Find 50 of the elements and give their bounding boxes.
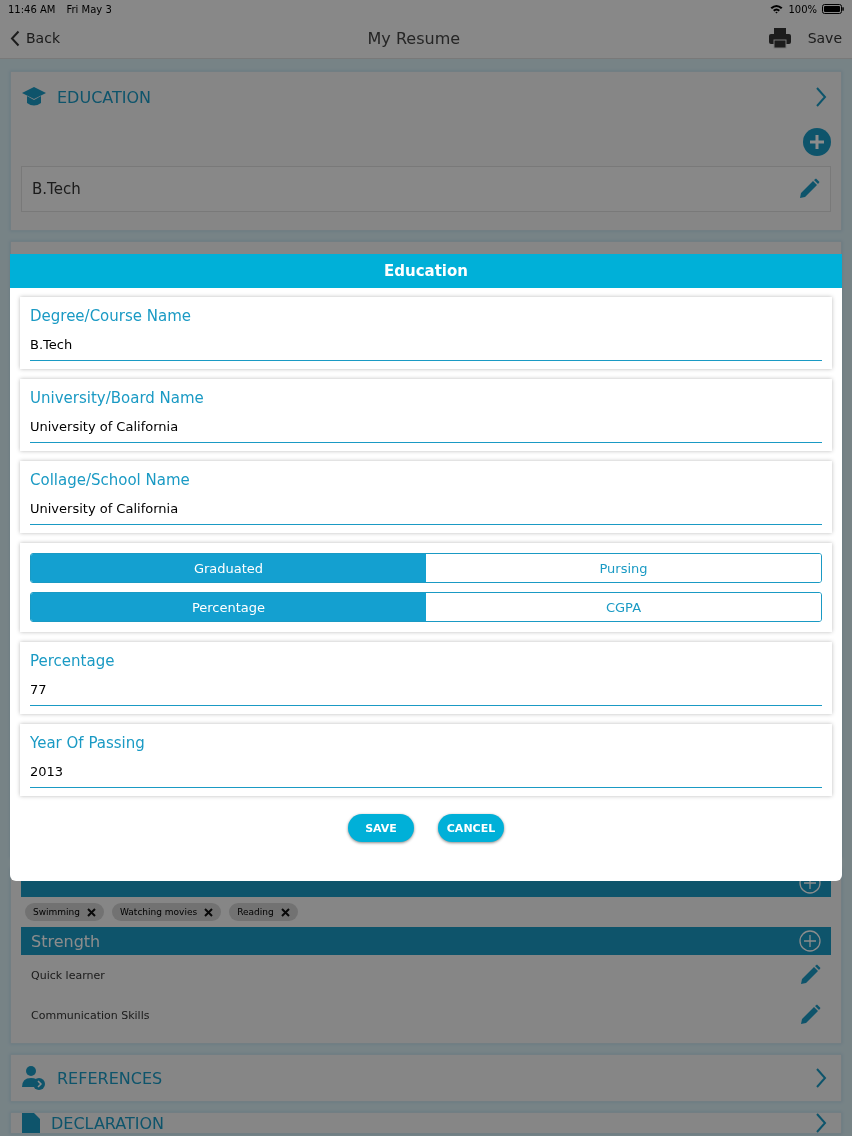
field-label: Collage/School Name — [30, 471, 191, 489]
hobby-chip[interactable]: Watching movies — [112, 903, 222, 921]
hobby-chip[interactable]: Swimming — [25, 903, 105, 921]
graduation-cap-icon — [21, 86, 47, 108]
dialog-title: Education — [10, 254, 842, 288]
battery-icon — [822, 4, 844, 14]
save-button[interactable]: Save — [807, 30, 842, 46]
declaration-card[interactable]: DECLARATION — [10, 1112, 842, 1134]
save-button[interactable]: SAVE — [348, 814, 414, 842]
strength-item: Communication Skills — [31, 1008, 150, 1022]
input-field[interactable]: B.Tech — [30, 335, 822, 361]
field-label: Percentage — [30, 652, 116, 670]
references-card[interactable]: REFERENCES — [10, 1054, 842, 1102]
nav-title: My Resume — [366, 28, 462, 48]
pencil-icon[interactable] — [798, 178, 820, 200]
status-time: 11:46 AM — [8, 3, 56, 15]
chevron-right-icon[interactable] — [815, 1113, 827, 1133]
strength-item: Quick learner — [31, 968, 105, 982]
person-icon — [21, 1065, 47, 1091]
back-button[interactable]: Back — [10, 29, 60, 47]
segment-option[interactable]: Graduated — [31, 554, 426, 582]
field-label: Year Of Passing — [30, 734, 146, 752]
segment-option[interactable]: Percentage — [31, 593, 426, 621]
printer-icon[interactable] — [767, 27, 792, 49]
cancel-button[interactable]: CANCEL — [438, 814, 504, 842]
section-title: EDUCATION — [57, 87, 153, 107]
section-title: REFERENCES — [57, 1068, 164, 1088]
pencil-icon[interactable] — [799, 964, 821, 986]
section-title: DECLARATION — [51, 1113, 166, 1133]
input-field[interactable]: University of California — [30, 417, 822, 443]
input-field[interactable]: University of California — [30, 499, 822, 525]
strength-title: Strength — [31, 931, 101, 951]
chevron-right-icon[interactable] — [815, 1068, 827, 1088]
close-icon[interactable] — [280, 907, 290, 917]
hobby-chip[interactable]: Reading — [229, 903, 298, 921]
chevron-left-icon — [10, 29, 20, 47]
field-label: University/Board Name — [30, 389, 205, 407]
status-date: Fri May 3 — [66, 3, 112, 15]
close-icon[interactable] — [87, 907, 97, 917]
chevron-right-icon[interactable] — [815, 87, 827, 107]
input-field[interactable]: 2013 — [30, 762, 822, 788]
close-icon[interactable] — [204, 907, 214, 917]
document-icon — [21, 1113, 41, 1133]
wifi-icon — [770, 4, 784, 14]
input-field[interactable]: 77 — [30, 680, 822, 706]
battery-percentage: 100% — [788, 3, 817, 15]
pencil-icon[interactable] — [799, 1004, 821, 1026]
education-item-title: B.Tech — [32, 180, 81, 198]
field-label: Degree/Course Name — [30, 307, 193, 325]
education-item[interactable]: B.Tech — [21, 166, 831, 212]
